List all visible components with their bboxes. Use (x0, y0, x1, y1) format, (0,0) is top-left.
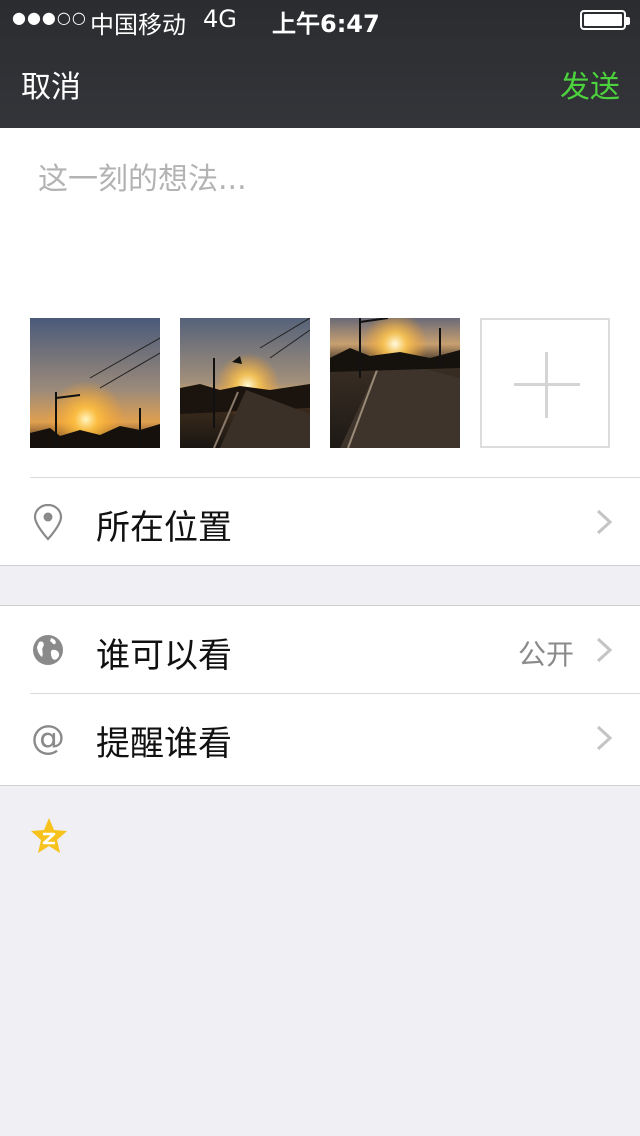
globe-icon (30, 630, 66, 670)
chevron-right-icon (596, 725, 613, 751)
mention-label: 提醒谁看 (96, 724, 232, 764)
location-row[interactable]: 所在位置 (0, 478, 640, 566)
chevron-right-icon (596, 509, 613, 535)
status-bar: ●●●○○ 中国移动 4G 上午6:47 (0, 0, 640, 40)
visibility-label: 谁可以看 (96, 636, 232, 676)
compose-card: 这一刻的想法... 所在位置 (0, 128, 640, 566)
at-icon: @ (30, 718, 66, 758)
battery-icon (580, 10, 630, 30)
qzone-star-icon[interactable] (29, 816, 69, 856)
add-photo-button[interactable] (480, 318, 610, 448)
top-bar: ●●●○○ 中国移动 4G 上午6:47 取消 发送 (0, 0, 640, 128)
signal-strength-icon: ●●●○○ (12, 8, 87, 27)
divider (0, 565, 640, 566)
cancel-button[interactable]: 取消 (21, 62, 81, 106)
network-type: 4G (203, 5, 237, 33)
location-pin-icon (30, 502, 66, 542)
photo-thumbnail-2[interactable] (180, 318, 310, 448)
carrier-name: 中国移动 (90, 11, 186, 39)
chevron-right-icon (596, 637, 613, 663)
visibility-value: 公开 (517, 638, 574, 671)
mention-row[interactable]: @ 提醒谁看 (0, 694, 640, 782)
visibility-row[interactable]: 谁可以看 公开 (0, 606, 640, 694)
status-time: 上午6:47 (272, 10, 380, 38)
photo-thumbnail-1[interactable] (30, 318, 160, 448)
photo-thumbnail-3[interactable] (330, 318, 460, 448)
svg-text:@: @ (31, 718, 65, 758)
privacy-group: 谁可以看 公开 @ 提醒谁看 (0, 606, 640, 786)
divider (0, 785, 640, 786)
location-label: 所在位置 (96, 508, 232, 548)
send-button[interactable]: 发送 (560, 62, 620, 106)
post-text-input[interactable]: 这一刻的想法... (38, 154, 247, 198)
